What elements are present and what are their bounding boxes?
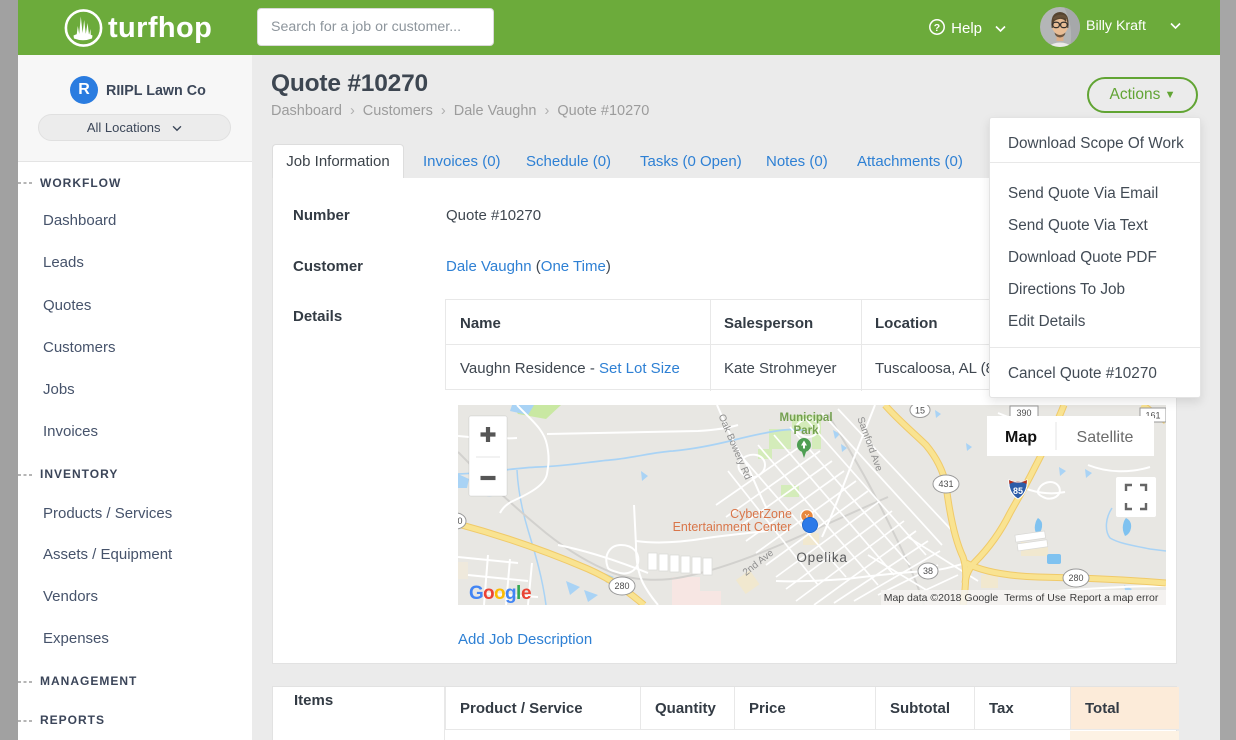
- svg-text:0: 0: [458, 516, 463, 526]
- svg-text:G: G: [469, 583, 484, 604]
- svg-text:Map: Map: [1005, 429, 1037, 446]
- svg-text:280: 280: [614, 581, 629, 591]
- svg-text:Park: Park: [794, 425, 820, 437]
- svg-text:15: 15: [915, 406, 925, 416]
- svg-text:Opelika: Opelika: [796, 550, 847, 565]
- svg-text:280: 280: [1068, 573, 1083, 583]
- svg-text:o: o: [494, 583, 506, 604]
- svg-text:38: 38: [923, 566, 933, 576]
- svg-text:Terms of Use: Terms of Use: [1004, 592, 1066, 604]
- svg-text:431: 431: [938, 479, 953, 489]
- svg-text:e: e: [521, 583, 532, 604]
- svg-text:CyberZone: CyberZone: [730, 507, 792, 521]
- svg-text:Map data ©2018 Google: Map data ©2018 Google: [884, 592, 999, 604]
- svg-text:Entertainment Center: Entertainment Center: [673, 520, 792, 534]
- svg-text:o: o: [483, 583, 495, 604]
- svg-text:?: ?: [934, 22, 940, 34]
- svg-text:g: g: [505, 583, 517, 604]
- svg-text:85: 85: [1013, 486, 1023, 496]
- svg-text:turfhop: turfhop: [108, 12, 212, 44]
- svg-text:Satellite: Satellite: [1077, 429, 1134, 446]
- svg-text:Municipal: Municipal: [779, 412, 832, 424]
- svg-text:Report a map error: Report a map error: [1070, 592, 1159, 604]
